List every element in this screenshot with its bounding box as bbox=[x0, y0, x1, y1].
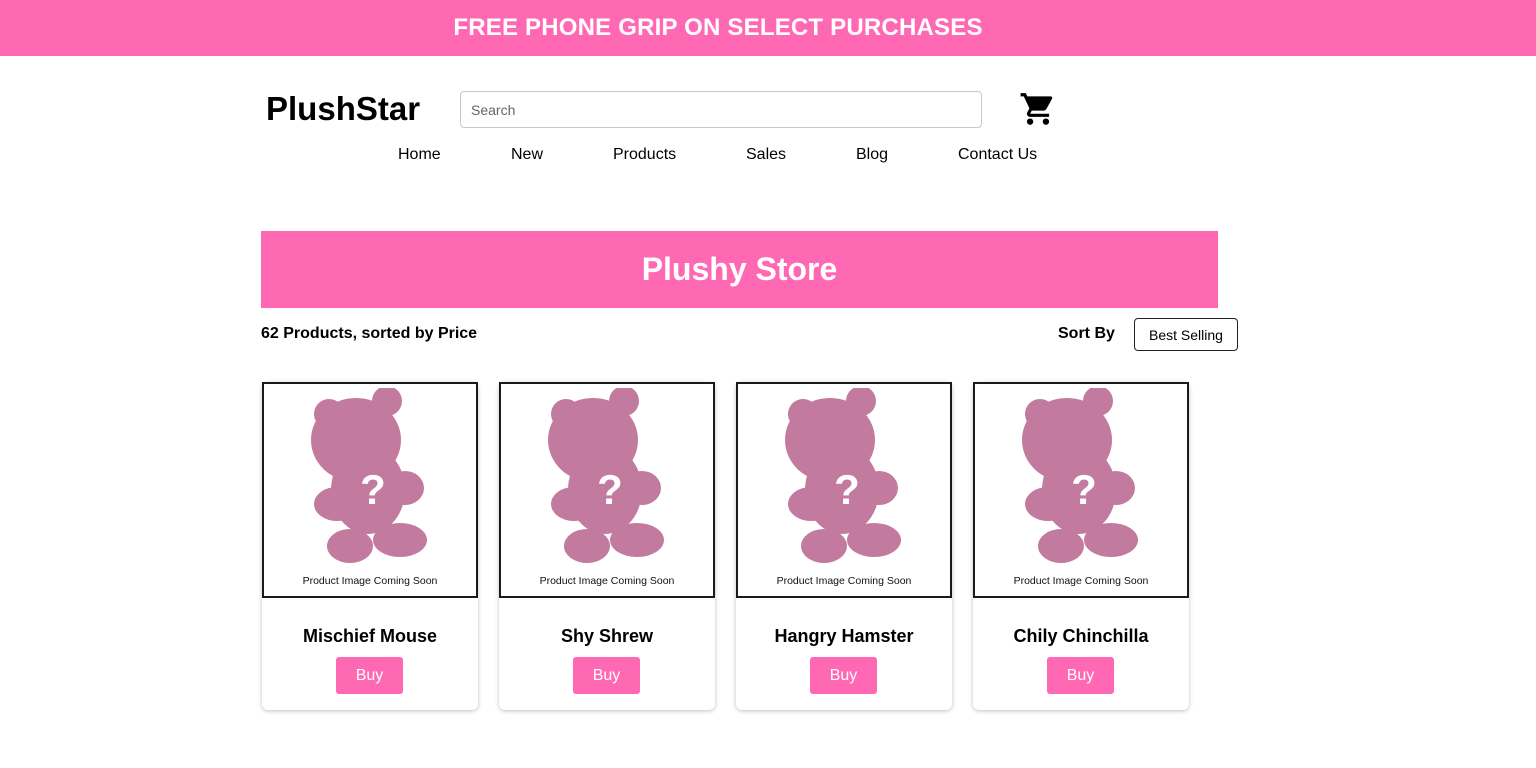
product-name: Hangry Hamster bbox=[774, 626, 914, 646]
nav-home[interactable]: Home bbox=[398, 146, 441, 164]
product-card[interactable]: ? Product Image Coming Soon Shy Shrew Bu… bbox=[499, 382, 715, 710]
shopping-cart-icon[interactable] bbox=[1018, 90, 1058, 128]
svg-text:?: ? bbox=[597, 466, 623, 513]
product-image-placeholder[interactable]: ? Product Image Coming Soon bbox=[499, 382, 715, 598]
product-image-placeholder[interactable]: ? Product Image Coming Soon bbox=[736, 382, 952, 598]
nav-contact-us[interactable]: Contact Us bbox=[958, 146, 1037, 164]
bear-silhouette-icon: ? bbox=[785, 388, 901, 563]
nav-sales[interactable]: Sales bbox=[746, 146, 786, 164]
bear-silhouette-icon: ? bbox=[311, 388, 427, 563]
nav-blog[interactable]: Blog bbox=[856, 146, 888, 164]
image-caption: Product Image Coming Soon bbox=[539, 575, 675, 587]
product-card[interactable]: ? Product Image Coming Soon Hangry Hamst… bbox=[736, 382, 952, 710]
image-caption: Product Image Coming Soon bbox=[1013, 575, 1149, 587]
image-caption: Product Image Coming Soon bbox=[302, 575, 438, 587]
buy-button[interactable]: Buy bbox=[1047, 657, 1114, 694]
sort-label: Sort By bbox=[1058, 325, 1115, 342]
product-name: Mischief Mouse bbox=[302, 626, 438, 646]
store-hero-banner: Plushy Store bbox=[261, 231, 1218, 308]
search-input[interactable] bbox=[460, 91, 982, 128]
promo-banner: FREE PHONE GRIP ON SELECT PURCHASES bbox=[0, 0, 1536, 56]
svg-text:?: ? bbox=[360, 466, 386, 513]
product-card[interactable]: ? Product Image Coming Soon Chily Chinch… bbox=[973, 382, 1189, 710]
bear-silhouette-icon: ? bbox=[1022, 388, 1138, 563]
bear-silhouette-icon: ? bbox=[548, 388, 664, 563]
buy-button[interactable]: Buy bbox=[810, 657, 877, 694]
image-caption: Product Image Coming Soon bbox=[776, 575, 912, 587]
product-name: Shy Shrew bbox=[560, 626, 654, 646]
svg-text:?: ? bbox=[1071, 466, 1097, 513]
sort-select[interactable]: Best Selling bbox=[1134, 318, 1238, 351]
product-image-placeholder[interactable]: ? Product Image Coming Soon bbox=[262, 382, 478, 598]
product-name: Chily Chinchilla bbox=[1013, 626, 1149, 646]
product-card[interactable]: ? Product Image Coming Soon Mischief Mou… bbox=[262, 382, 478, 710]
nav-new[interactable]: New bbox=[511, 146, 543, 164]
promo-text: FREE PHONE GRIP ON SELECT PURCHASES bbox=[453, 14, 983, 41]
page-title: Plushy Store bbox=[641, 251, 838, 287]
site-logo[interactable]: PlushStar bbox=[266, 90, 420, 128]
svg-text:?: ? bbox=[834, 466, 860, 513]
buy-button[interactable]: Buy bbox=[573, 657, 640, 694]
product-count: 62 Products, sorted by Price bbox=[261, 325, 478, 342]
nav-products[interactable]: Products bbox=[613, 146, 676, 164]
product-image-placeholder[interactable]: ? Product Image Coming Soon bbox=[973, 382, 1189, 598]
main-nav: Home New Products Sales Blog Contact Us bbox=[0, 146, 1536, 170]
buy-button[interactable]: Buy bbox=[336, 657, 403, 694]
